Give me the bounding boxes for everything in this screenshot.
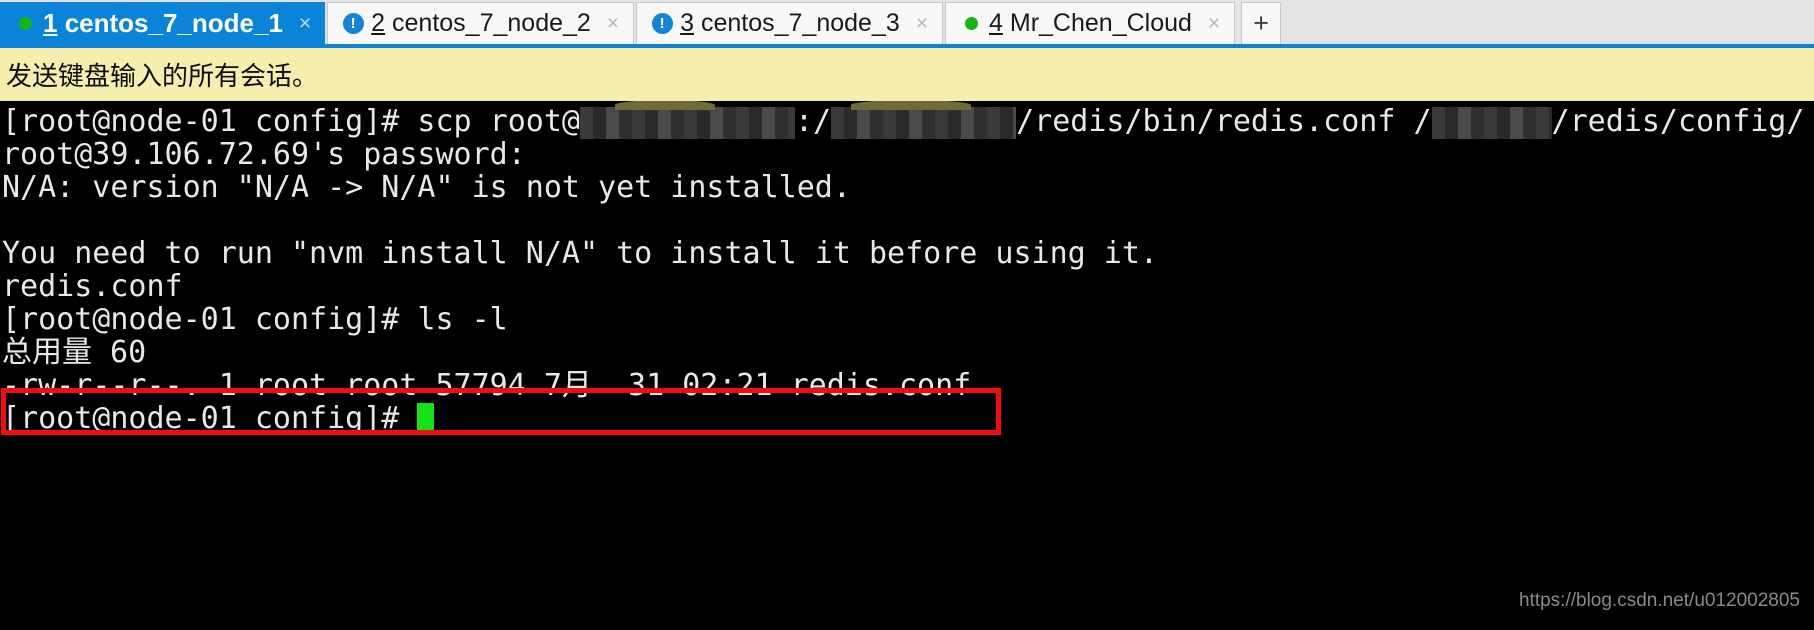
terminal-line-nvm-not-installed: N/A: version "N/A -> N/A" is not yet ins… — [2, 170, 851, 205]
watermark-url: https://blog.csdn.net/u012002805 — [1518, 590, 1800, 611]
shell-prompt: [root@node-01 config]# — [2, 401, 418, 436]
close-icon[interactable]: × — [607, 13, 619, 34]
tab-label: 1 centos_7_node_1 — [43, 8, 283, 39]
terminal-line-ls-total: 总用量 60 — [2, 335, 147, 370]
tab-label: 4 Mr_Chen_Cloud — [989, 9, 1192, 38]
blue-exclamation-icon: ! — [651, 13, 673, 35]
scp-command-mid: /redis/bin/redis.conf / — [1016, 104, 1432, 139]
tab-title: centos_7_node_1 — [57, 7, 283, 38]
redacted-host-icon — [579, 101, 795, 139]
broadcast-notice-bar: 发送键盘输入的所有会话。 — [0, 48, 1814, 101]
close-icon[interactable]: × — [1208, 13, 1220, 34]
terminal-line-cmd-ls: [root@node-01 config]# ls -l — [2, 302, 508, 337]
close-icon[interactable]: × — [299, 13, 311, 34]
terminal-app-window: 1 centos_7_node_1 × ! 2 centos_7_node_2 … — [0, 0, 1814, 630]
green-dot-icon — [960, 13, 982, 35]
terminal-line-scp-result: redis.conf — [2, 269, 183, 304]
close-icon[interactable]: × — [916, 13, 928, 34]
redacted-path2-icon — [1431, 107, 1552, 139]
terminal-output-pane[interactable]: [root@node-01 config]# scp root@ :/ /redis… — [0, 101, 1814, 626]
tab-label: 2 centos_7_node_2 — [371, 9, 591, 38]
tab-bar: 1 centos_7_node_1 × ! 2 centos_7_node_2 … — [0, 0, 1814, 48]
scp-command-prefix: [root@node-01 config]# scp root@ — [2, 104, 580, 139]
tab-number: 2 — [371, 9, 386, 37]
tab-title: centos_7_node_3 — [694, 9, 900, 37]
new-tab-button[interactable]: + — [1241, 2, 1282, 44]
tab-mr-chen-cloud[interactable]: 4 Mr_Chen_Cloud × — [945, 2, 1236, 44]
tab-number: 1 — [43, 7, 58, 38]
tab-label: 3 centos_7_node_3 — [680, 9, 900, 38]
terminal-line-ls-entry-redis-conf: -rw-r--r--. 1 root root 57794 7月 31 02:2… — [2, 368, 972, 403]
scp-command-sep1: :/ — [794, 104, 832, 139]
tab-title: centos_7_node_2 — [385, 9, 591, 37]
terminal-line-password-prompt: root@39.106.72.69's password: — [2, 137, 526, 172]
terminal-line-cmd-scp: [root@node-01 config]# scp root@ :/ /redis… — [2, 101, 1814, 139]
terminal-line-prompt-current: [root@node-01 config]# — [2, 402, 1814, 435]
tab-number: 3 — [680, 9, 694, 37]
tab-centos-7-node-2[interactable]: ! 2 centos_7_node_2 × — [327, 2, 635, 44]
tab-number: 4 — [989, 9, 1003, 37]
terminal-line-nvm-hint: You need to run "nvm install N/A" to ins… — [2, 236, 1158, 271]
broadcast-notice-text: 发送键盘输入的所有会话。 — [6, 62, 319, 92]
redacted-path-icon — [831, 101, 1017, 139]
tab-title: Mr_Chen_Cloud — [1002, 9, 1192, 37]
scp-command-tail: /redis/config/ — [1551, 104, 1805, 139]
text-cursor — [417, 403, 435, 433]
tab-centos-7-node-3[interactable]: ! 3 centos_7_node_3 × — [636, 2, 944, 44]
green-dot-icon — [14, 12, 36, 34]
tab-centos-7-node-1[interactable]: 1 centos_7_node_1 × — [0, 2, 326, 44]
blue-exclamation-icon: ! — [342, 13, 364, 35]
